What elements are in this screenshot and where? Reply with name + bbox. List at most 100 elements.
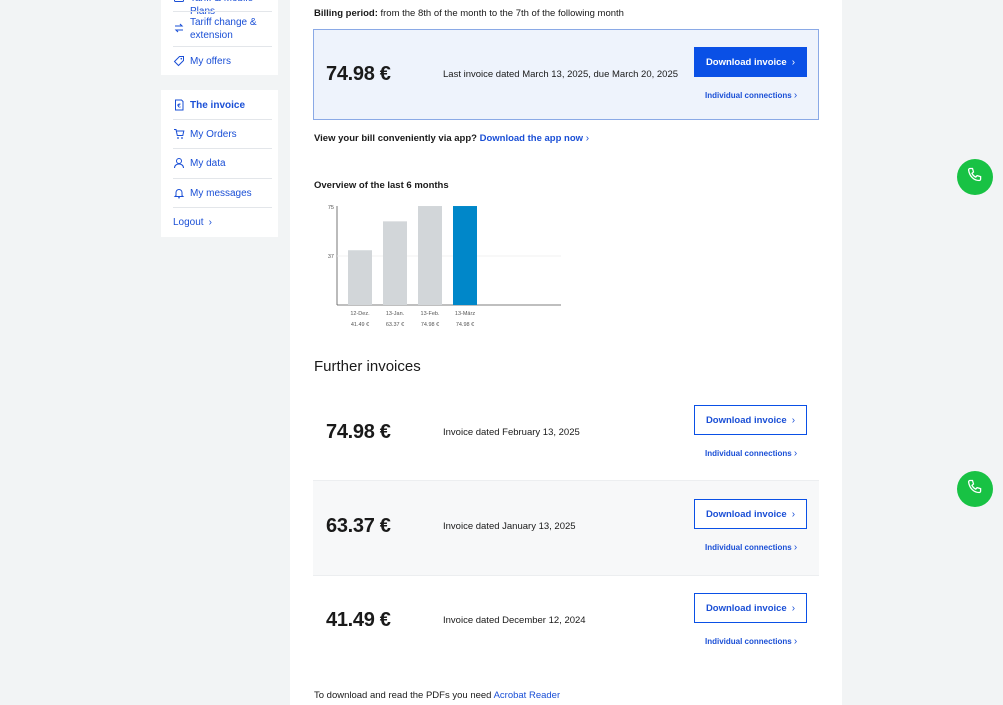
invoice-text: Invoice dated February 13, 2025 <box>443 427 580 438</box>
invoice-amount: 63.37 € <box>326 515 391 537</box>
invoice-amount: 41.49 € <box>326 609 391 631</box>
sidebar-item-label: Tariff change & extension <box>190 17 257 41</box>
sidebar-item-label: My Orders <box>190 129 237 140</box>
chevron-right-icon: › <box>791 508 796 520</box>
invoice-row: 63.37 € Invoice dated January 13, 2025 D… <box>313 481 819 575</box>
divider <box>173 119 272 120</box>
download-invoice-label: Download invoice <box>705 508 787 520</box>
logout-label: Logout <box>173 217 204 228</box>
chevron-right-icon: › <box>791 56 796 68</box>
svg-text:€: € <box>176 104 181 110</box>
invoice-row: 41.49 € Invoice dated December 12, 2024 … <box>313 576 819 670</box>
invoice-chart: 75 37 12-Dez. 41.49 € 13-Jan. 63.37 € 13-Feb… <box>328 205 561 328</box>
sidebar-item-offers[interactable]: My offers <box>173 55 272 68</box>
footer-note: To download and read the PDFs you need A… <box>314 690 560 701</box>
individual-connections-link[interactable]: Individual connections › <box>705 542 797 553</box>
bar-value-label: 41.49 € <box>351 322 369 328</box>
sidebar-item-label: My messages <box>190 188 252 199</box>
y-tick-label: 75 <box>328 205 334 211</box>
download-invoice-label: Download invoice <box>705 602 787 614</box>
chart-bar <box>383 221 407 305</box>
x-tick-label: 13-Jan. <box>386 311 405 317</box>
download-app-label: Download the app now <box>479 133 584 144</box>
divider <box>173 207 272 208</box>
chart-bar <box>418 206 442 305</box>
sidebar-item-messages[interactable]: My messages <box>173 187 272 200</box>
x-tick-label: 13-Feb. <box>421 311 440 317</box>
divider <box>173 11 272 12</box>
invoice-amount: 74.98 € <box>326 421 391 443</box>
chevron-right-icon: › <box>585 133 590 144</box>
user-icon <box>173 157 185 169</box>
phone-icon <box>966 166 984 189</box>
bar-value-label: 74.98 € <box>421 322 439 328</box>
chevron-right-icon: › <box>793 448 798 459</box>
chevron-right-icon: › <box>793 90 798 101</box>
chevron-right-icon: › <box>793 542 798 553</box>
sidebar-item-tariff-change[interactable]: Tariff change & extension <box>173 16 272 42</box>
download-invoice-label: Download invoice <box>705 56 787 68</box>
individual-connections-link[interactable]: Individual connections › <box>705 636 797 647</box>
download-invoice-button[interactable]: Download invoice › <box>694 593 807 623</box>
billing-period-label: Billing period: <box>314 8 378 19</box>
individual-connections-label: Individual connections <box>705 543 792 552</box>
call-button[interactable] <box>957 159 993 195</box>
chevron-right-icon: › <box>793 636 798 647</box>
phone-icon <box>966 478 984 501</box>
download-invoice-button[interactable]: Download invoice › <box>694 47 807 77</box>
invoice-icon: € <box>173 99 185 111</box>
invoice-text: Invoice dated December 12, 2024 <box>443 615 586 626</box>
x-tick-label: 12-Dez. <box>350 311 370 317</box>
sidebar-item-invoice[interactable]: € The invoice <box>173 99 272 112</box>
divider <box>173 178 272 179</box>
divider <box>173 148 272 149</box>
further-invoices-title: Further invoices <box>314 358 421 375</box>
acrobat-reader-link[interactable]: Acrobat Reader <box>494 690 561 701</box>
download-app-link[interactable]: Download the app now › <box>480 133 589 144</box>
logout-link[interactable]: Logout › <box>173 216 272 229</box>
individual-connections-link[interactable]: Individual connections › <box>705 90 797 101</box>
main-content: Billing period: from the 8th of the mont… <box>290 0 842 705</box>
footer-text: To download and read the PDFs you need <box>314 690 492 701</box>
call-button[interactable] <box>957 471 993 507</box>
sidebar-item-data[interactable]: My data <box>173 157 272 170</box>
bar-value-label: 74.98 € <box>456 322 474 328</box>
app-promo: View your bill conveniently via app? Dow… <box>314 133 589 144</box>
download-invoice-button[interactable]: Download invoice › <box>694 405 807 435</box>
cart-icon <box>173 128 185 140</box>
invoice-text: Invoice dated January 13, 2025 <box>443 521 576 532</box>
download-invoice-button[interactable]: Download invoice › <box>694 499 807 529</box>
individual-connections-link[interactable]: Individual connections › <box>705 448 797 459</box>
invoice-row: 74.98 € Invoice dated February 13, 2025 … <box>313 386 819 480</box>
chart-title: Overview of the last 6 months <box>314 180 449 191</box>
chevron-right-icon: › <box>791 602 796 614</box>
chart-bar <box>348 250 372 305</box>
individual-connections-label: Individual connections <box>705 91 792 100</box>
bar-value-label: 63.37 € <box>386 322 404 328</box>
bell-icon <box>173 187 185 199</box>
x-tick-label: 13-März <box>455 311 475 317</box>
current-invoice-text: Last invoice dated March 13, 2025, due M… <box>443 69 679 80</box>
exchange-icon <box>173 22 185 34</box>
individual-connections-label: Individual connections <box>705 637 792 646</box>
chevron-right-icon: › <box>791 414 796 426</box>
card-icon <box>173 0 185 4</box>
divider <box>173 46 272 47</box>
sidebar-item-orders[interactable]: My Orders <box>173 128 272 141</box>
sidebar-nav-card: € The invoice My Orders My data My messa… <box>161 90 278 237</box>
billing-period: Billing period: from the 8th of the mont… <box>314 8 624 19</box>
download-invoice-label: Download invoice <box>705 414 787 426</box>
y-tick-label: 37 <box>328 254 334 260</box>
billing-period-text: from the 8th of the month to the 7th of … <box>380 8 624 19</box>
tag-icon <box>173 55 185 67</box>
chevron-right-icon: › <box>208 217 212 228</box>
sidebar-item-label: My data <box>190 158 226 169</box>
app-promo-text: View your bill conveniently via app? <box>314 133 477 144</box>
individual-connections-label: Individual connections <box>705 449 792 458</box>
current-invoice-amount: 74.98 € <box>326 63 391 85</box>
sidebar-item-label: My offers <box>190 56 231 67</box>
sidebar-top-card: Tariff & Mobile Plans Tariff change & ex… <box>161 0 278 75</box>
chart-bar <box>453 206 477 305</box>
current-invoice-card: 74.98 € Last invoice dated March 13, 202… <box>313 29 819 120</box>
sidebar-item-label: The invoice <box>190 100 246 111</box>
